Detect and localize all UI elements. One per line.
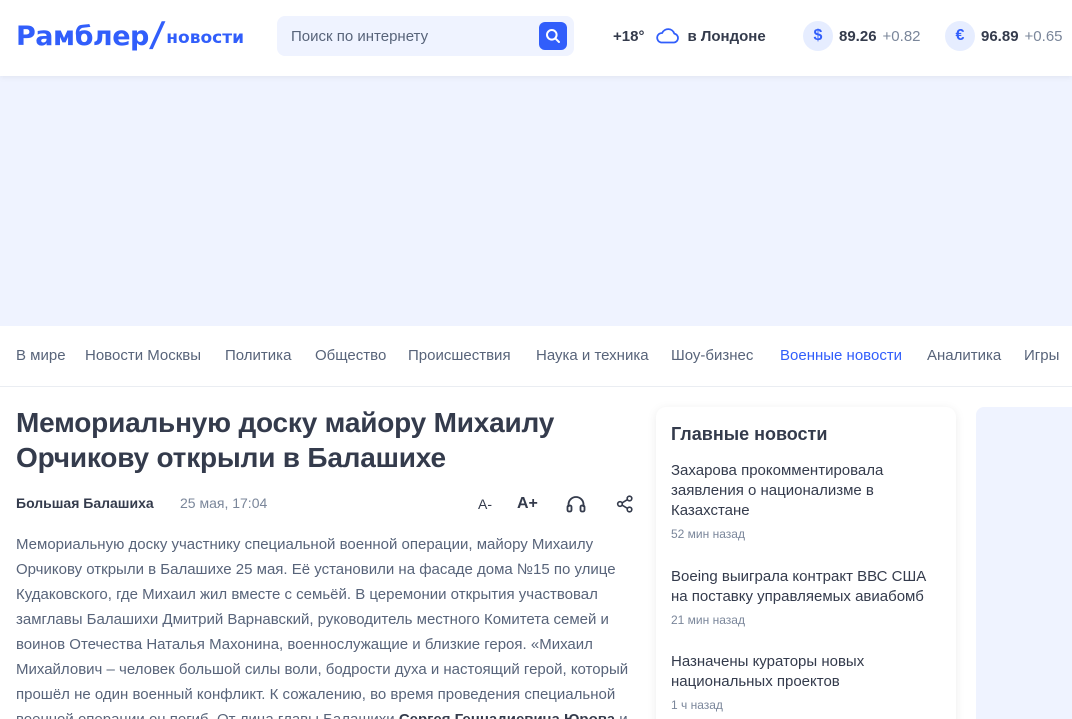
article-source[interactable]: Большая Балашиха — [16, 495, 154, 511]
news-item-title[interactable]: Назначены кураторы новых национальных пр… — [671, 652, 946, 692]
article-meta: Большая Балашиха 25 мая, 17:04 A- A+ — [16, 493, 636, 515]
article: Мемориальную доску майору Михаилу Орчико… — [16, 405, 636, 719]
main-news-panel: Главные новости Захарова прокомментирова… — [656, 407, 956, 719]
nav-item-society[interactable]: Общество — [315, 347, 386, 364]
eur-rate[interactable]: € 96.89 +0.65 — [945, 20, 1063, 52]
news-item[interactable]: Назначены кураторы новых национальных пр… — [671, 652, 946, 712]
eur-value: 96.89 — [981, 27, 1019, 45]
side-ad-banner — [976, 407, 1072, 719]
nav-item-analytics[interactable]: Аналитика — [927, 347, 1001, 364]
weather-location: в Лондоне — [687, 27, 766, 45]
news-item-title[interactable]: Захарова прокомментировала заявления о н… — [671, 461, 946, 521]
category-nav: В мире Новости Москвы Политика Общество … — [0, 326, 1072, 387]
news-item[interactable]: Захарова прокомментировала заявления о н… — [671, 461, 946, 541]
share-button[interactable] — [616, 493, 634, 515]
search-button[interactable] — [539, 22, 567, 50]
logo-main-text: Рамблер — [16, 21, 149, 52]
nav-item-incidents[interactable]: Происшествия — [408, 347, 511, 364]
cloud-icon — [654, 28, 680, 44]
usd-rate[interactable]: $ 89.26 +0.82 — [803, 20, 921, 52]
nav-item-showbiz[interactable]: Шоу-бизнес — [671, 347, 753, 364]
logo-slash: / — [148, 15, 167, 55]
article-body-text: Мемориальную доску участнику специальной… — [16, 536, 629, 719]
nav-item-games[interactable]: Игры — [1024, 347, 1059, 364]
font-larger-label: A+ — [517, 495, 538, 512]
search-box — [277, 16, 574, 56]
news-item-time: 21 мин назад — [671, 613, 745, 627]
nav-item-moscow[interactable]: Новости Москвы — [85, 347, 201, 364]
euro-icon: € — [945, 21, 975, 51]
font-smaller-button[interactable]: A- — [478, 493, 492, 515]
share-icon — [616, 495, 633, 513]
news-item-time: 52 мин назад — [671, 527, 745, 541]
nav-item-military[interactable]: Военные новости — [780, 347, 902, 364]
logo-sub-text: новости — [166, 28, 244, 48]
news-item[interactable]: Boeing выиграла контракт ВВС США на пост… — [671, 567, 946, 627]
nav-item-world[interactable]: В мире — [16, 347, 66, 364]
article-body-bold[interactable]: Сергея Геннадиевича Юрова — [399, 711, 615, 719]
usd-change: +0.82 — [882, 27, 921, 45]
eur-change: +0.65 — [1024, 27, 1063, 45]
article-title: Мемориальную доску майору Михаилу Орчико… — [16, 407, 555, 473]
nav-item-politics[interactable]: Политика — [225, 347, 291, 364]
search-icon — [546, 29, 560, 43]
font-larger-button[interactable]: A+ — [517, 493, 538, 515]
usd-value: 89.26 — [839, 27, 877, 45]
news-item-time: 1 ч назад — [671, 698, 723, 712]
listen-button[interactable] — [566, 493, 586, 515]
dollar-icon: $ — [803, 21, 833, 51]
article-body: Мемориальную доску участнику специальной… — [16, 532, 636, 719]
weather-temperature: +18° — [613, 27, 645, 45]
rambler-news-logo[interactable]: Рамблер / новости — [16, 15, 244, 55]
header: Рамблер / новости +18° в Лондоне $ 89.26… — [0, 0, 1072, 76]
weather-widget[interactable]: +18° в Лондоне — [613, 24, 766, 48]
news-item-title[interactable]: Boeing выиграла контракт ВВС США на пост… — [671, 567, 946, 607]
font-smaller-label: A- — [478, 496, 492, 512]
main-news-title: Главные новости — [671, 424, 828, 444]
search-input[interactable] — [277, 16, 535, 56]
headphones-icon — [566, 496, 586, 513]
article-body-text-end: и — [615, 711, 627, 719]
nav-item-science[interactable]: Наука и техника — [536, 347, 649, 364]
ad-banner — [0, 76, 1072, 326]
article-date: 25 мая, 17:04 — [180, 495, 268, 511]
